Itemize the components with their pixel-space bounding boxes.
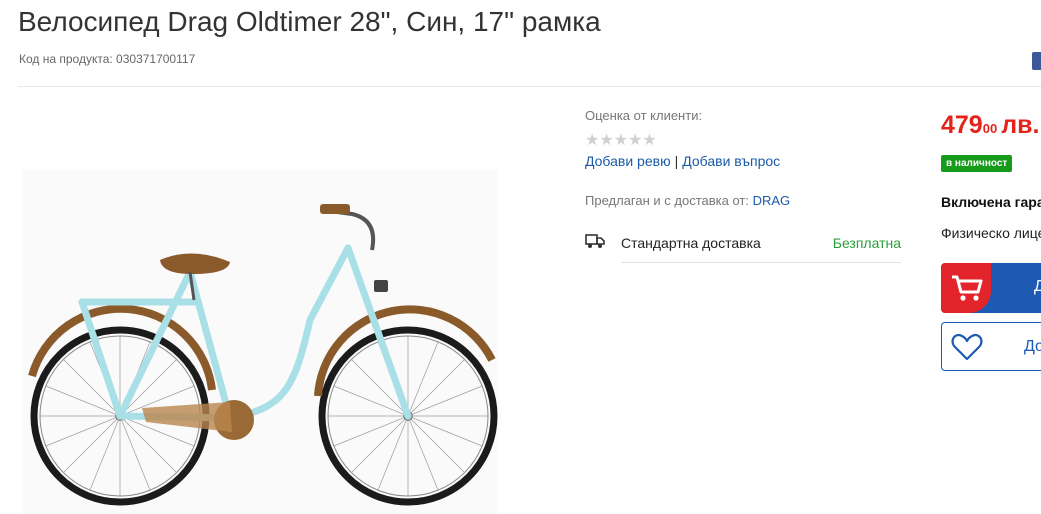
seller-link[interactable]: DRAG xyxy=(753,193,791,208)
add-to-cart-button[interactable]: Д xyxy=(941,263,1041,313)
delivery-divider xyxy=(621,262,901,263)
price-currency: лв. xyxy=(1001,111,1040,139)
truck-icon xyxy=(585,232,605,253)
rating-label: Оценка от клиенти: xyxy=(585,108,703,123)
stock-badge: в наличност xyxy=(941,155,1013,172)
bicycle-image xyxy=(28,204,498,506)
cart-icon-box xyxy=(941,263,991,313)
wishlist-label: До xyxy=(1024,338,1041,355)
header-divider xyxy=(18,86,1041,87)
warranty-label: Включена гара xyxy=(941,194,1041,210)
product-image[interactable] xyxy=(22,170,498,514)
add-review-link[interactable]: Добави ревю xyxy=(585,153,671,169)
price-decimals: 00 xyxy=(982,121,998,136)
customer-type[interactable]: Физическо лице xyxy=(941,225,1041,241)
wishlist-button[interactable]: До xyxy=(941,322,1041,371)
delivery-price: Безплатна xyxy=(832,235,901,251)
seller-prefix: Предлаган и с доставка от: xyxy=(585,193,749,208)
add-to-cart-label: Д xyxy=(1034,278,1041,295)
product-sku: Код на продукта: 030371700117 xyxy=(19,52,196,66)
cart-icon xyxy=(952,275,983,301)
facebook-share-icon[interactable] xyxy=(1032,52,1041,70)
rating-stars: ★★★★★ xyxy=(585,132,657,149)
heart-icon xyxy=(951,333,983,366)
link-separator: | xyxy=(674,153,679,169)
price-integer: 479 xyxy=(941,111,983,139)
delivery-label: Стандартна доставка xyxy=(621,235,761,251)
product-title: Велосипед Drag Oldtimer 28", Син, 17" ра… xyxy=(18,6,601,37)
delivery-option: Стандартна доставка Безплатна xyxy=(585,230,901,262)
product-price: 47900 лв. xyxy=(941,110,1041,140)
add-question-link[interactable]: Добави въпрос xyxy=(682,153,780,169)
